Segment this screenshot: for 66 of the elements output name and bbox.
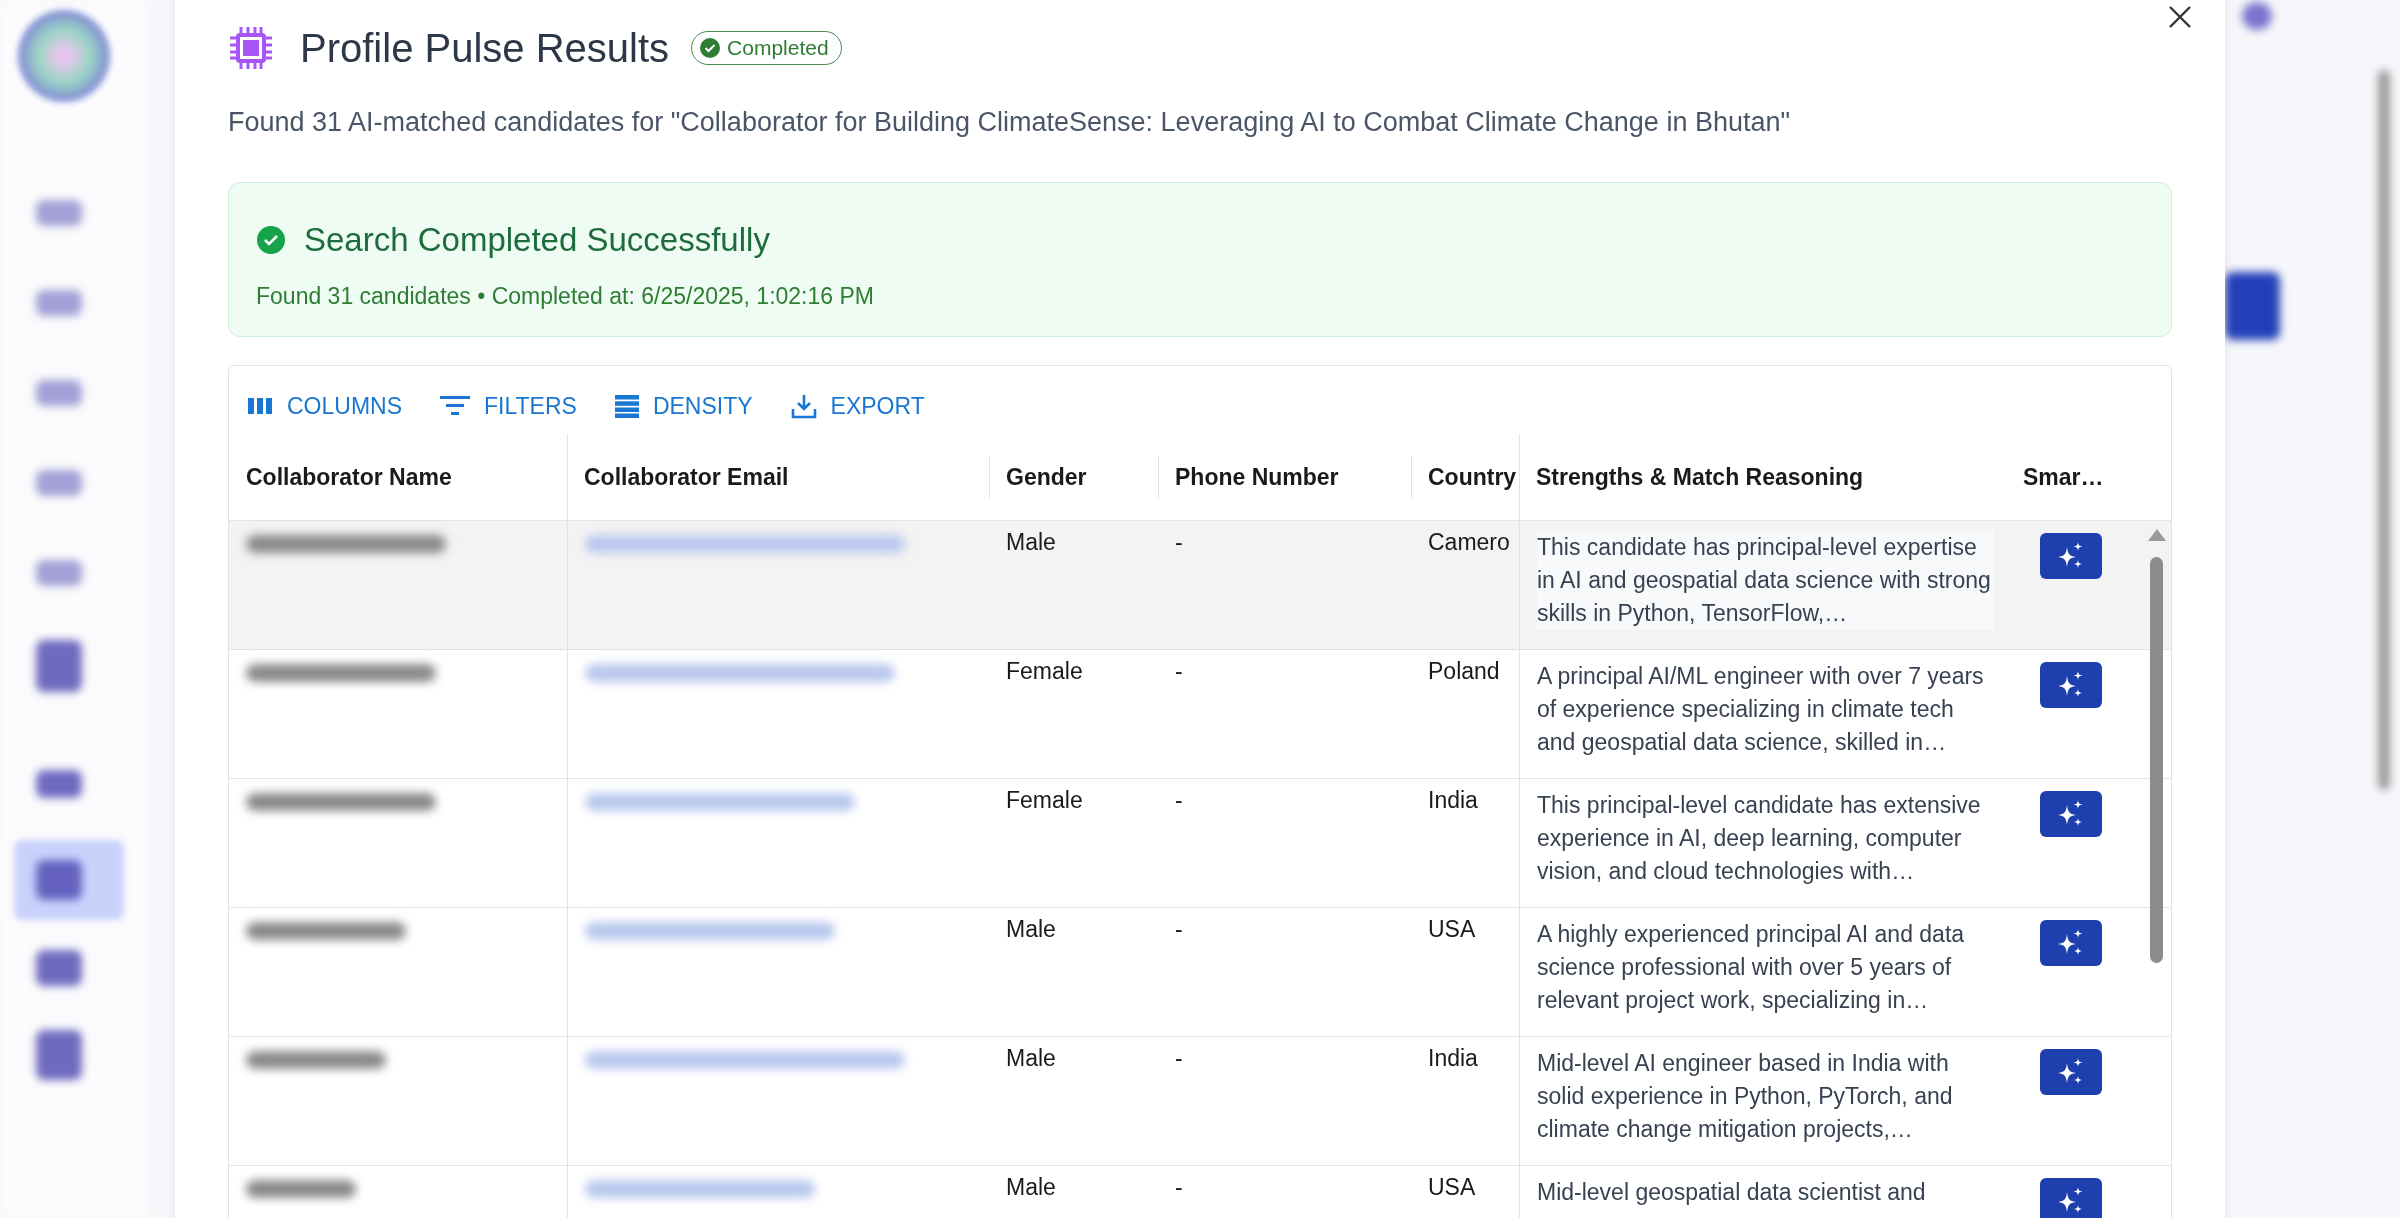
table-cell: Mid-level AI engineer based in India with solid experience in Python, PyTorch, and climate change mitigation projects,… — [1537, 1050, 1953, 1142]
ai-button[interactable] — [2040, 1178, 2102, 1218]
table-cell: - — [1175, 787, 1183, 813]
table-cell: Camero — [1428, 529, 1510, 555]
table-row[interactable]: Male - India Mid-level AI engineer based in India with solid experience in Python, PyTorch, and climate change mitigation projects,… — [229, 1037, 2171, 1166]
table-cell: Male — [1006, 1045, 1056, 1071]
chip-icon — [228, 25, 274, 71]
sidebar-icon[interactable] — [36, 560, 82, 586]
download-icon — [790, 393, 817, 419]
density-icon — [614, 394, 639, 418]
columns-icon — [247, 396, 273, 416]
column-header[interactable]: Collaborator Email — [567, 434, 989, 520]
check-circle-icon — [256, 225, 286, 255]
table-cell: Male — [1006, 1174, 1056, 1200]
table-row[interactable]: Male - Camero This candidate has principal-level expertise in AI and geospatial data science with strong skills in Python, TensorFlow,… — [229, 521, 2171, 650]
toolbar-button[interactable]: COLUMNS — [243, 390, 406, 422]
table-cell: Male — [1006, 529, 1056, 555]
sidebar-icon[interactable] — [36, 200, 82, 226]
sidebar-icon[interactable] — [36, 640, 82, 692]
summary-text: Found 31 AI-matched candidates for "Collaborator for Building ClimateSense: Leveraging AI to Combat Climate Change in Bhutan" — [228, 107, 1792, 138]
sidebar-icon[interactable] — [36, 770, 82, 798]
ai-button[interactable] — [2040, 662, 2102, 708]
table-cell: This candidate has principal-level expertise in AI and geospatial data science with strong skills in Python, TensorFlow,… — [1537, 531, 1994, 630]
column-header[interactable]: Collaborator Name — [229, 434, 567, 520]
column-header[interactable]: Phone Number — [1158, 434, 1411, 520]
table-cell: USA — [1428, 1174, 1476, 1200]
table-row[interactable]: Male - USA A highly experienced principal AI and data science professional with over 5 years of relevant project work, specializing in… — [229, 908, 2171, 1037]
table-cell: Female — [1006, 658, 1083, 684]
ai-button[interactable] — [2040, 791, 2102, 837]
sidebar-icon[interactable] — [36, 380, 82, 406]
column-header[interactable]: Gender — [989, 434, 1158, 520]
sidebar-icon[interactable] — [36, 950, 82, 986]
toolbar-button[interactable]: DENSITY — [610, 390, 757, 422]
table-cell: Mid-level geospatial data scientist and — [1537, 1179, 1926, 1205]
table-cell: Male — [1006, 916, 1056, 942]
column-header[interactable]: Country — [1411, 434, 1519, 520]
scroll-up-icon[interactable] — [2148, 529, 2166, 541]
column-header[interactable]: Strengths & Match Reasoning — [1519, 434, 2006, 520]
table-row[interactable]: Male - USA Mid-level geospatial data scientist and — [229, 1166, 2171, 1218]
table-cell: - — [1175, 658, 1183, 684]
ai-button[interactable] — [2040, 533, 2102, 579]
table-cell: - — [1175, 529, 1183, 555]
table-cell: This principal-level candidate has extensive experience in AI, deep learning, computer vision, and cloud technologies with… — [1537, 792, 1981, 884]
alert-title: Search Completed Successfully — [304, 221, 770, 259]
table-cell: - — [1175, 916, 1183, 942]
table-cell: Poland — [1428, 658, 1500, 684]
ai-button[interactable] — [2040, 920, 2102, 966]
alert-details: Found 31 candidates • Completed at: 6/25/2025, 1:02:16 PM — [256, 283, 875, 310]
table-cell: Female — [1006, 787, 1083, 813]
table-cell: - — [1175, 1045, 1183, 1071]
table-cell: USA — [1428, 916, 1476, 942]
sidebar-icon[interactable] — [36, 1030, 82, 1080]
table-cell: A highly experienced principal AI and data science professional with over 5 years of relevant project work, specializing in… — [1537, 921, 1965, 1013]
table-cell: A principal AI/ML engineer with over 7 years of experience specializing in climate tech and geospatial data science, skilled in… — [1537, 663, 1984, 755]
ai-button[interactable] — [2040, 1049, 2102, 1095]
sidebar-icon[interactable] — [36, 860, 82, 900]
table-cell: India — [1428, 1045, 1478, 1071]
toolbar-button[interactable]: EXPORT — [786, 390, 929, 422]
table-cell: India — [1428, 787, 1478, 813]
dialog-title: Profile Pulse Results — [300, 25, 670, 71]
column-header[interactable]: Smar… — [2006, 434, 2146, 520]
table-cell: - — [1175, 1174, 1183, 1200]
sidebar-icon[interactable] — [36, 290, 82, 316]
filter-icon — [440, 395, 470, 417]
toolbar-button[interactable]: FILTERS — [436, 390, 581, 422]
sidebar-icon[interactable] — [36, 470, 82, 496]
